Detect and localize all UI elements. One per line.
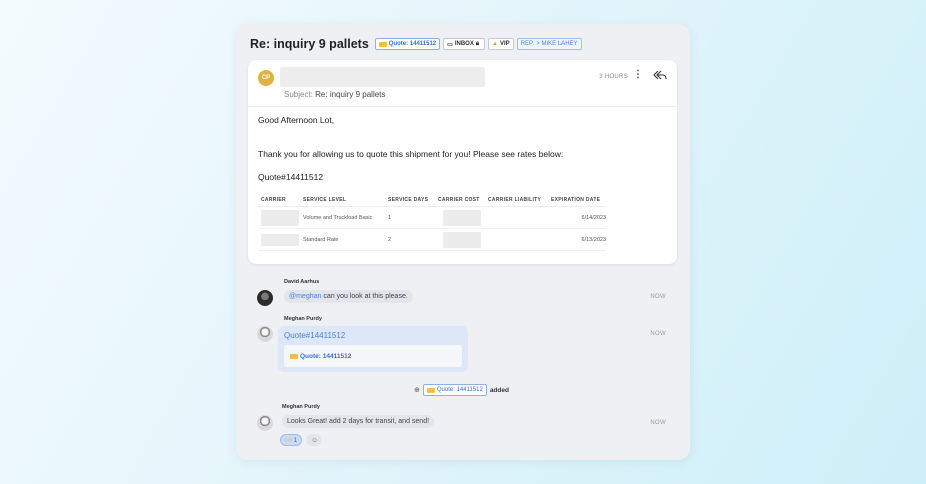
activity-line: ⊕ Quote: 14411512 added [414,384,509,396]
expiration-cell: 6/13/2023 [581,236,606,243]
reaction-count: 1 [293,436,298,444]
col-carrier-cost: CARRIER COST [438,196,480,203]
quote-table: CARRIER SERVICE LEVEL SERVICE DAYS CARRI… [258,193,606,251]
sender-avatar: CP [258,70,274,86]
folder-icon [290,353,298,359]
col-expiration: EXPIRATION DATE [551,196,601,203]
service-level-cell: Standard Rate [303,236,339,243]
comment-item: Meghan Purdy [284,316,322,322]
activity-tag-label: Quote: 14411512 [436,387,483,393]
avatar [257,415,273,431]
mention-link[interactable]: @meghan [289,293,321,300]
activity-action: added [489,386,509,394]
lock-icon: 🔒︎ [475,40,480,47]
cost-redacted [443,209,481,226]
expiration-cell: 6/14/2023 [581,214,606,221]
avatar [257,326,273,342]
email-quote-ref: Quote#14411512 [258,172,324,182]
subject-value: Re: inquiry 9 pallets [315,90,386,99]
vip-tag[interactable]: ▲ VIP [488,38,514,50]
comment-bubble: Looks Great! add 2 days for transit, and… [282,415,435,428]
inbox-tag-label: INBOX [454,41,474,47]
table-row: Volume and Truckload Basic 1 6/14/2023 [258,207,606,229]
col-service-days: SERVICE DAYS [388,196,429,203]
email-body-line: Thank you for allowing us to quote this … [258,149,564,159]
comment-author: Meghan Purdy [282,404,320,410]
carrier-redacted [261,209,299,226]
comment-item: David Aarhus @meghan can you look at thi… [284,279,413,303]
more-menu-icon[interactable]: ⋮ [633,70,643,80]
comment-text: can you look at this please. [321,293,408,300]
email-time: 3 HOURS [599,74,628,80]
folder-icon [378,41,387,47]
col-service-level: SERVICE LEVEL [303,196,347,203]
comment-author: David Aarhus [284,279,320,285]
comment-time: NOW [650,331,666,337]
comment-quote-card: Quote#14411512 Quote: 14411512 [278,326,468,372]
reply-all-icon[interactable] [653,70,667,80]
avatar [257,290,273,306]
cost-redacted [443,231,481,248]
quote-tag-label: Quote: 14411512 [388,41,437,47]
col-carrier-liability: CARRIER LIABILITY [488,196,542,203]
inbox-tag[interactable]: ▭ INBOX 🔒︎ [443,38,486,50]
table-row: Standard Rate 2 6/13/2023 [258,229,606,251]
crown-icon: ▲ [492,41,498,47]
thread-title: Re: inquiry 9 pallets [250,37,369,51]
service-days-cell: 2 [388,236,392,243]
reaction-bar: 👍︎ 1 ☺ [280,434,326,446]
activity-icon: ⊕ [414,387,420,394]
carrier-redacted [261,233,299,246]
rep-tag-label: REP: > MIKE LAHEY [520,41,578,47]
rep-tag[interactable]: REP: > MIKE LAHEY [516,38,582,50]
folder-icon [426,387,435,393]
email-greeting: Good Afternoon Lot, [258,115,335,125]
quote-tag[interactable]: Quote: 14411512 [374,38,441,50]
inbox-icon: ▭ [447,41,453,48]
subject-label: Subject: [284,90,313,99]
add-reaction-button[interactable]: ☺ [306,434,323,446]
col-carrier: CARRIER [261,196,286,203]
email-subject: Subject: Re: inquiry 9 pallets [284,90,385,99]
conversation-panel: Re: inquiry 9 pallets Quote: 14411512 ▭ … [236,24,690,460]
thumbs-up-reaction[interactable]: 👍︎ 1 [280,434,303,446]
quote-attachment[interactable]: Quote: 14411512 [284,345,462,367]
service-level-cell: Volume and Truckload Basic [303,214,373,221]
table-header: CARRIER SERVICE LEVEL SERVICE DAYS CARRI… [258,193,606,207]
sender-redacted [280,67,485,87]
activity-quote-tag[interactable]: Quote: 14411512 [422,384,487,396]
thumbs-up-icon: 👍︎ [285,437,292,444]
comment-item: Meghan Purdy Looks Great! add 2 days for… [282,404,435,428]
comment-time: NOW [650,294,666,300]
quote-link[interactable]: Quote#14411512 [284,331,345,340]
comment-bubble: @meghan can you look at this please. [284,290,413,303]
thread-header: Re: inquiry 9 pallets Quote: 14411512 ▭ … [250,37,585,51]
quote-attachment-label: Quote: 14411512 [300,352,352,360]
comment-author: Meghan Purdy [284,316,322,322]
service-days-cell: 1 [388,214,392,221]
add-emoji-icon: ☺ [311,436,318,444]
comment-time: NOW [650,420,666,426]
header-divider [248,106,677,107]
vip-tag-label: VIP [500,41,510,47]
email-card: CP Subject: Re: inquiry 9 pallets 3 HOUR… [248,60,677,264]
